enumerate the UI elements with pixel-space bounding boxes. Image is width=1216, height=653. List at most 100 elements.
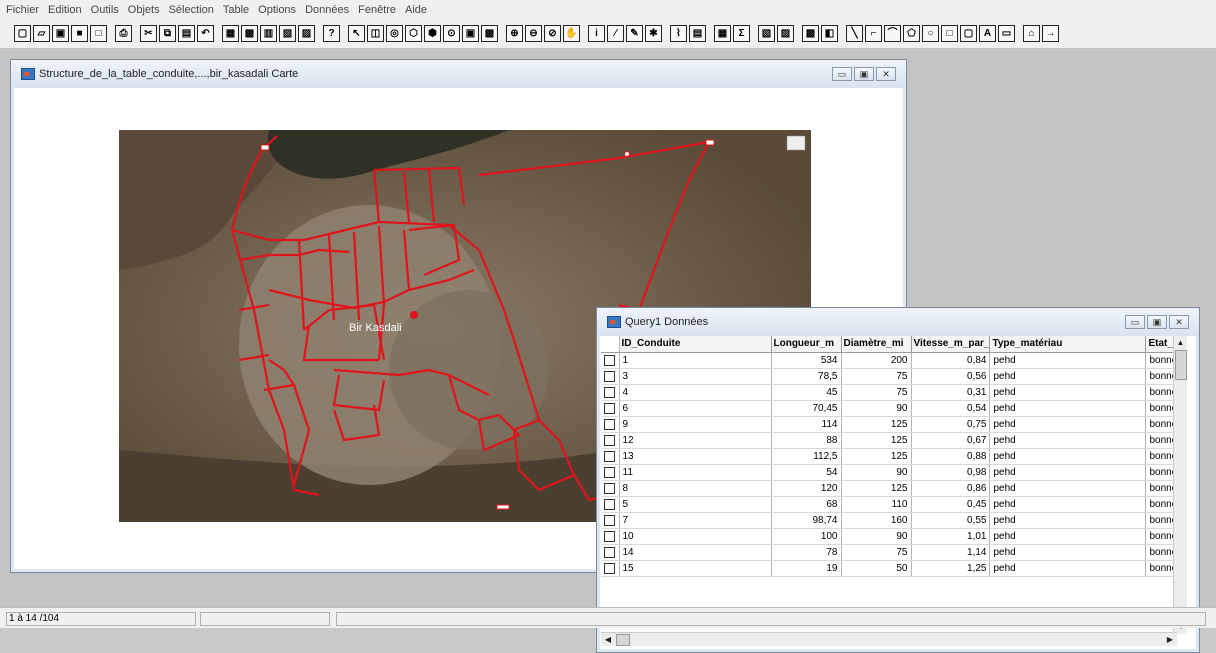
scroll-thumb[interactable] (1175, 350, 1187, 380)
new-layout-icon[interactable]: ▧ (279, 25, 296, 42)
table-cell[interactable]: pehd (989, 528, 1147, 545)
menu-item-edition[interactable]: Edition (48, 4, 82, 16)
table-cell[interactable]: 125 (841, 432, 912, 449)
new-redistrict-icon[interactable]: ▨ (298, 25, 315, 42)
scroll-left-icon[interactable]: ◀ (601, 633, 615, 647)
table-row[interactable]: 13 112,5 125 0,88 pehd bonne (601, 448, 1187, 465)
table-cell[interactable]: 75 (841, 544, 912, 561)
close-button[interactable]: ✕ (876, 67, 896, 81)
row-checkbox[interactable] (604, 450, 616, 462)
table-cell[interactable]: 0,67 (911, 432, 991, 449)
row-selector[interactable] (601, 528, 620, 545)
table-cell[interactable]: 5 (619, 496, 772, 513)
arc-icon[interactable]: ⌒ (884, 25, 901, 42)
table-row[interactable]: 1 534 200 0,84 pehd bonne (601, 352, 1187, 369)
text-icon[interactable]: A (979, 25, 996, 42)
row-checkbox[interactable] (604, 402, 616, 414)
table-cell[interactable]: 0,54 (911, 400, 991, 417)
thematic-map-icon[interactable]: ▩ (802, 25, 819, 42)
table-row[interactable]: 12 88 125 0,67 pehd bonne (601, 432, 1187, 449)
marquee-select-icon[interactable]: ◫ (367, 25, 384, 42)
table-cell[interactable]: 112,5 (771, 448, 842, 465)
maximize-button[interactable]: ▣ (1147, 315, 1167, 329)
menu-item-table[interactable]: Table (223, 4, 249, 16)
unselect-icon[interactable]: ⊙ (443, 25, 460, 42)
row-checkbox[interactable] (604, 370, 616, 382)
table-cell[interactable]: 0,45 (911, 496, 991, 513)
table-cell[interactable]: 1,01 (911, 528, 991, 545)
menu-item-données[interactable]: Données (305, 4, 349, 16)
column-header[interactable]: ID_Conduite (619, 336, 772, 353)
change-view-icon[interactable]: ⊘ (544, 25, 561, 42)
statistics-icon[interactable]: ▦ (714, 25, 731, 42)
table-row[interactable]: 6 70,45 90 0,54 pehd bonne (601, 400, 1187, 417)
row-selector[interactable] (601, 416, 620, 433)
radius-select-icon[interactable]: ◎ (386, 25, 403, 42)
reshape-icon[interactable]: ⌂ (1023, 25, 1040, 42)
row-checkbox[interactable] (604, 354, 616, 366)
table-cell[interactable]: 12 (619, 432, 772, 449)
table-cell[interactable]: 11 (619, 464, 772, 481)
copy-icon[interactable]: ⧉ (159, 25, 176, 42)
table-row[interactable]: 5 68 110 0,45 pehd bonne (601, 496, 1187, 513)
save-icon[interactable]: ■ (71, 25, 88, 42)
row-checkbox[interactable] (604, 466, 616, 478)
row-checkbox[interactable] (604, 498, 616, 510)
table-cell[interactable]: pehd (989, 432, 1147, 449)
table-cell[interactable]: 125 (841, 448, 912, 465)
row-checkbox[interactable] (604, 530, 616, 542)
table-cell[interactable]: pehd (989, 400, 1147, 417)
row-checkbox[interactable] (604, 482, 616, 494)
table-cell[interactable]: 98,74 (771, 512, 842, 529)
rectangle-icon[interactable]: □ (941, 25, 958, 42)
table-row[interactable]: 7 98,74 160 0,55 pehd bonne (601, 512, 1187, 529)
minimize-button[interactable]: ▭ (832, 67, 852, 81)
table-cell[interactable]: 1,14 (911, 544, 991, 561)
table-cell[interactable]: 90 (841, 528, 912, 545)
row-selector[interactable] (601, 512, 620, 529)
polyline-icon[interactable]: ⌐ (865, 25, 882, 42)
pan-hand-icon[interactable]: ✋ (563, 25, 580, 42)
legend-icon[interactable]: ▤ (689, 25, 706, 42)
boundary-select-icon[interactable]: ⬢ (424, 25, 441, 42)
line-draw-icon[interactable]: ╲ (846, 25, 863, 42)
table-cell[interactable]: 3 (619, 368, 772, 385)
ellipse-icon[interactable]: ○ (922, 25, 939, 42)
minimize-button[interactable]: ▭ (1125, 315, 1145, 329)
row-selector[interactable] (601, 384, 620, 401)
drag-map-icon[interactable]: ✱ (645, 25, 662, 42)
table-cell[interactable]: 88 (771, 432, 842, 449)
table-cell[interactable]: 15 (619, 560, 772, 577)
menu-item-aide[interactable]: Aide (405, 4, 427, 16)
row-selector[interactable] (601, 496, 620, 513)
table-cell[interactable]: 19 (771, 560, 842, 577)
table-cell[interactable]: pehd (989, 480, 1147, 497)
table-cell[interactable]: 0,86 (911, 480, 991, 497)
polygon-draw-icon[interactable]: ⬠ (903, 25, 920, 42)
table-cell[interactable]: pehd (989, 512, 1147, 529)
clip-region-icon[interactable]: ◧ (821, 25, 838, 42)
table-cell[interactable]: 120 (771, 480, 842, 497)
table-cell[interactable]: 14 (619, 544, 772, 561)
hscroll-thumb[interactable] (616, 634, 630, 646)
table-cell[interactable]: 75 (841, 368, 912, 385)
row-checkbox[interactable] (604, 386, 616, 398)
table-cell[interactable]: 54 (771, 464, 842, 481)
table-cell[interactable]: 50 (841, 560, 912, 577)
maximize-button[interactable]: ▣ (854, 67, 874, 81)
help-icon[interactable]: ? (323, 25, 340, 42)
table-cell[interactable]: 0,56 (911, 368, 991, 385)
row-selector[interactable] (601, 400, 620, 417)
row-selector[interactable] (601, 464, 620, 481)
table-cell[interactable]: pehd (989, 416, 1147, 433)
data-window-titlebar[interactable]: Query1 Données ▭ ▣ ✕ (597, 308, 1199, 336)
table-cell[interactable]: 10 (619, 528, 772, 545)
new-grapher-icon[interactable]: ▥ (260, 25, 277, 42)
table-row[interactable]: 3 78,5 75 0,56 pehd bonne (601, 368, 1187, 385)
row-selector[interactable] (601, 448, 620, 465)
horizontal-scrollbar[interactable]: ◀ ▶ (601, 632, 1177, 646)
table-row[interactable]: 15 19 50 1,25 pehd bonne (601, 560, 1187, 577)
table-cell[interactable]: 4 (619, 384, 772, 401)
cut-icon[interactable]: ✂ (140, 25, 157, 42)
zoom-in-icon[interactable]: ⊕ (506, 25, 523, 42)
